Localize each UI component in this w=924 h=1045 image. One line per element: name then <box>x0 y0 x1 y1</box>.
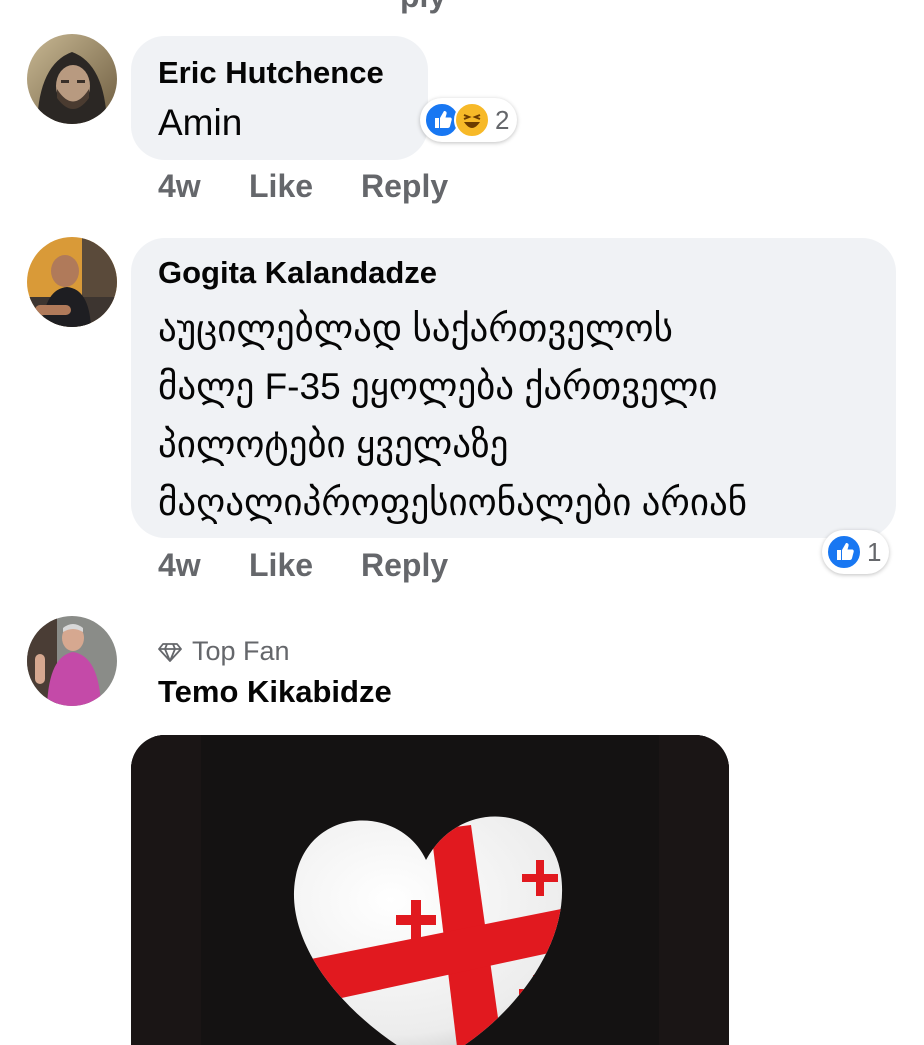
reaction-summary[interactable]: 1 <box>822 530 890 574</box>
top-fan-badge: Top Fan <box>158 636 290 667</box>
comment-text-line: მალე F-35 ეყოლება ქართველი <box>158 366 718 407</box>
reaction-count: 1 <box>867 536 882 567</box>
avatar[interactable] <box>27 237 117 327</box>
comment-timestamp[interactable]: 4w <box>158 168 201 205</box>
comment-author-name[interactable]: Temo Kikabidze <box>158 674 392 710</box>
diamond-icon <box>158 642 182 662</box>
previous-reply-label-fragment: ply <box>400 0 446 15</box>
comment-author-name[interactable]: Eric Hutchence <box>158 55 384 91</box>
reply-button[interactable]: Reply <box>361 547 448 584</box>
comment-text-line: პილოტები ყველაზე <box>158 424 509 465</box>
top-fan-label: Top Fan <box>192 636 290 666</box>
comment-author-name[interactable]: Gogita Kalandadze <box>158 255 437 291</box>
avatar-temo-kikabidze-image <box>27 616 117 706</box>
comment-bubble: Eric Hutchence Amin <box>131 36 428 160</box>
like-button[interactable]: Like <box>249 168 313 205</box>
like-button[interactable]: Like <box>249 547 313 584</box>
comment-image-attachment[interactable] <box>131 735 729 1045</box>
avatar[interactable] <box>27 34 117 124</box>
comment-text-line: მაღალიპროფესიონალები არიან <box>158 482 748 523</box>
comment-timestamp[interactable]: 4w <box>158 547 201 584</box>
comment-bubble: Gogita Kalandadze აუცილებლად საქართველოს… <box>131 238 896 538</box>
avatar-gogita-kalandadze-image <box>27 237 117 327</box>
reaction-summary[interactable]: 2 <box>420 98 518 142</box>
avatar[interactable] <box>27 616 117 706</box>
reply-button[interactable]: Reply <box>361 168 448 205</box>
like-reaction-icon <box>826 534 862 570</box>
comment-text: Amin <box>158 102 243 143</box>
comment-text-line: აუცილებლად საქართველოს <box>158 308 673 349</box>
reaction-count: 2 <box>495 104 510 135</box>
avatar-eric-hutchence-image <box>27 34 117 124</box>
georgian-flag-heart-image <box>131 735 729 1045</box>
haha-reaction-icon <box>454 102 490 138</box>
